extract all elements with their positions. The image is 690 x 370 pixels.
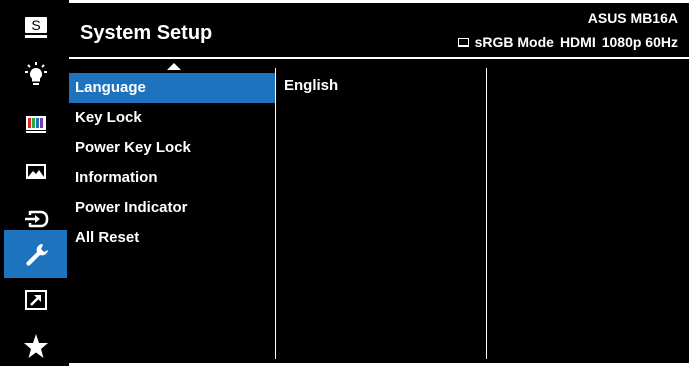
page-title: System Setup (80, 22, 213, 44)
image-icon (25, 164, 46, 179)
menu-item-information[interactable]: Information (69, 163, 275, 193)
nav-shortcut[interactable] (4, 276, 67, 324)
column-divider (275, 68, 276, 359)
osd-window: S System Setup ASUS MB16A sRGB Mode HDMI… (0, 0, 690, 366)
shortcut-arrow-icon (24, 290, 47, 310)
nav-system-setup[interactable] (4, 230, 67, 278)
status-resolution: 1080p 60Hz (601, 34, 678, 50)
sidebar: S (0, 0, 69, 366)
status-mode: sRGB Mode (474, 34, 554, 50)
status-input: HDMI (559, 34, 596, 50)
scroll-up-icon[interactable] (167, 63, 181, 70)
nav-splendid[interactable]: S (4, 3, 67, 51)
wrench-icon (25, 244, 48, 266)
menu-item-language[interactable]: Language (69, 73, 275, 103)
column-divider (486, 68, 487, 359)
splendid-s-icon: S (24, 17, 47, 38)
content-panel: System Setup ASUS MB16A sRGB Mode HDMI 1… (69, 3, 689, 363)
menu-item-power-key-lock[interactable]: Power Key Lock (69, 133, 275, 163)
nav-blue-light[interactable] (4, 51, 67, 99)
svg-text:S: S (31, 17, 40, 33)
menu-item-power-indicator[interactable]: Power Indicator (69, 193, 275, 223)
star-icon (23, 334, 48, 358)
model-name: ASUS MB16A (587, 10, 678, 26)
menu-item-all-reset[interactable]: All Reset (69, 223, 275, 253)
monitor-icon (457, 37, 469, 47)
nav-favorites[interactable] (4, 322, 67, 370)
nav-image[interactable] (4, 147, 67, 195)
color-bars-icon (25, 116, 46, 133)
nav-color[interactable] (4, 99, 67, 147)
status-bar: sRGB Mode HDMI 1080p 60Hz (457, 34, 678, 50)
value-english[interactable]: English (284, 77, 338, 94)
header-divider (69, 57, 689, 59)
menu-item-key-lock[interactable]: Key Lock (69, 103, 275, 133)
blue-light-icon (24, 62, 47, 85)
